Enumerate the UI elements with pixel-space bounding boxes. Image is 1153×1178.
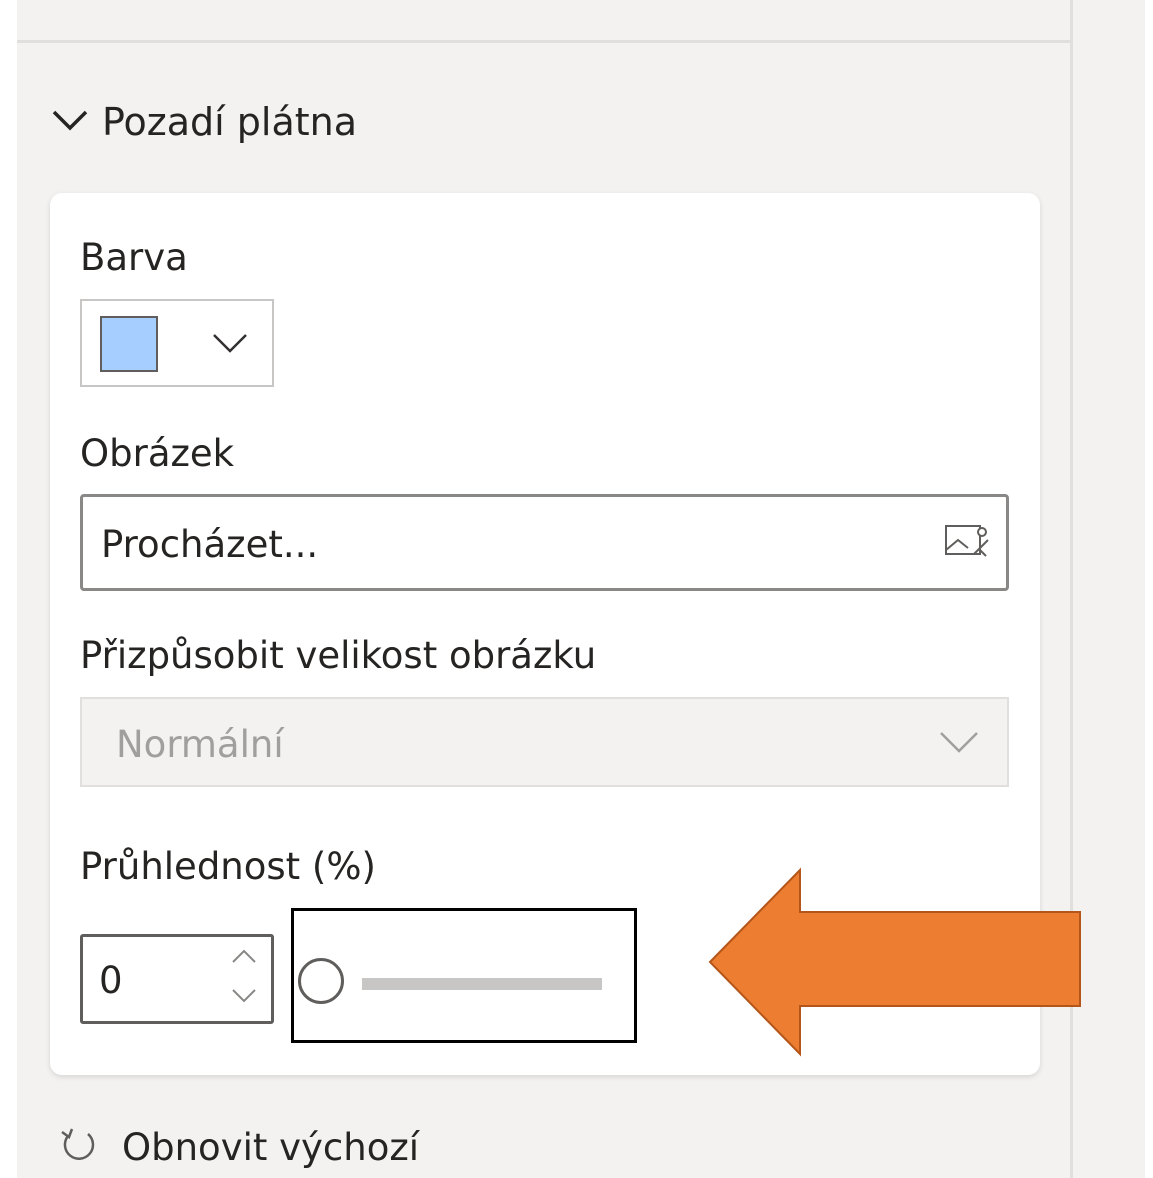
image-browse-field[interactable]: Procházet... bbox=[80, 494, 1009, 591]
color-swatch bbox=[100, 316, 158, 372]
browse-text: Procházet... bbox=[101, 523, 319, 566]
section-title: Pozadí plátna bbox=[102, 100, 358, 144]
chevron-down-icon bbox=[210, 331, 250, 359]
image-fit-label: Přizpůsobit velikost obrázku bbox=[80, 634, 597, 677]
chevron-up-icon[interactable] bbox=[229, 947, 259, 969]
image-fit-select[interactable]: Normální bbox=[80, 697, 1009, 787]
image-fit-value: Normální bbox=[116, 723, 284, 766]
section-header-canvas-background[interactable]: Pozadí plátna bbox=[50, 96, 357, 148]
image-label: Obrázek bbox=[80, 432, 235, 475]
chevron-down-icon bbox=[50, 106, 90, 138]
chevron-down-icon[interactable] bbox=[229, 987, 259, 1009]
reset-label: Obnovit výchozí bbox=[122, 1125, 420, 1169]
transparency-input[interactable]: 0 bbox=[80, 934, 274, 1024]
color-picker-button[interactable] bbox=[80, 299, 274, 387]
chevron-down-icon bbox=[937, 727, 981, 759]
transparency-value: 0 bbox=[99, 959, 123, 1002]
left-arrow-icon bbox=[706, 866, 1086, 1062]
section-divider bbox=[17, 40, 1070, 43]
transparency-label: Průhlednost (%) bbox=[80, 845, 376, 888]
color-label: Barva bbox=[80, 236, 188, 279]
reset-to-default-button[interactable]: Obnovit výchozí bbox=[58, 1124, 419, 1170]
image-icon bbox=[944, 524, 990, 562]
highlight-box bbox=[291, 908, 637, 1043]
undo-icon bbox=[58, 1124, 100, 1170]
